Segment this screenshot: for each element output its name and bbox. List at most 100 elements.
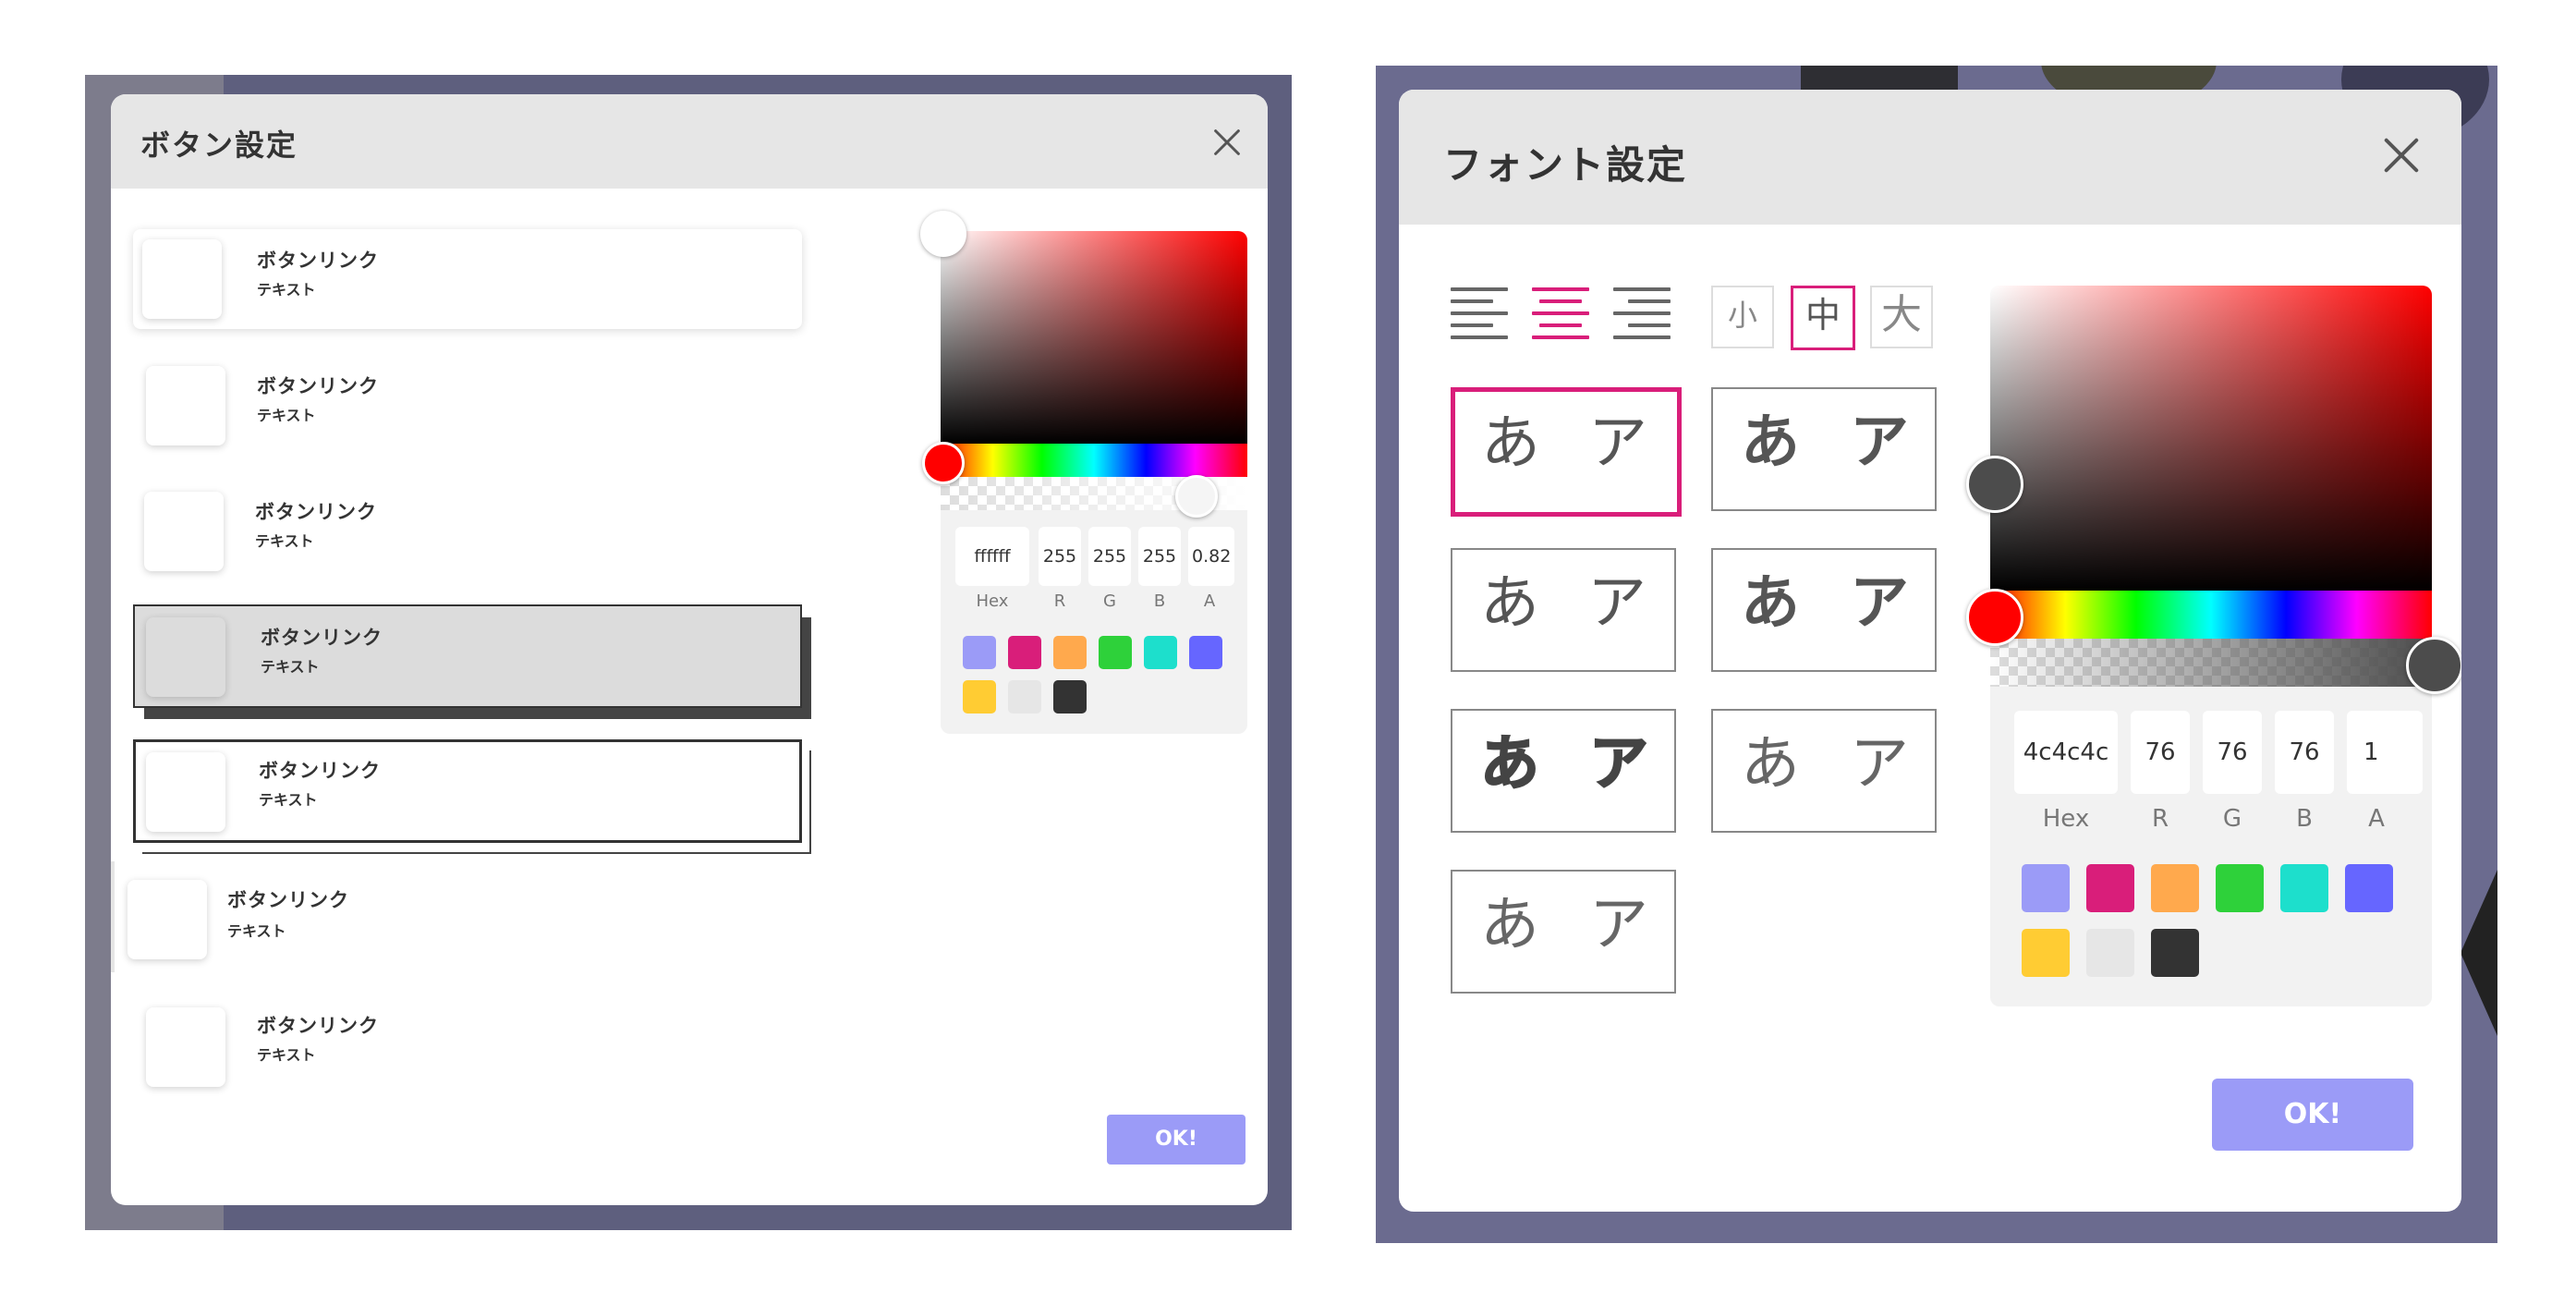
button-option-label: ボタンリンク [257, 250, 379, 272]
button-thumbnail [146, 752, 225, 832]
swatch-yellow[interactable] [2022, 929, 2070, 977]
modal-title: フォント設定 [1443, 142, 1688, 188]
swatch-blue[interactable] [2345, 864, 2393, 912]
katakana-glyph: ア [1588, 730, 1649, 799]
hex-input[interactable]: ffffff [955, 527, 1029, 586]
font-sample-regular[interactable]: あ ア [1451, 387, 1682, 517]
swatch-green[interactable] [2216, 864, 2264, 912]
button-thumbnail [142, 239, 222, 319]
button-style-option-plain-2[interactable]: ボタンリンク テキスト [133, 481, 802, 582]
swatch-dark-gray[interactable] [2151, 929, 2199, 977]
align-right-button[interactable] [1613, 287, 1671, 339]
button-option-text: テキスト [255, 532, 314, 550]
red-input[interactable]: 76 [2131, 711, 2190, 794]
green-label: G [1103, 592, 1116, 611]
modal-header: ボタン設定 [111, 94, 1268, 189]
hex-input[interactable]: 4c4c4c [2014, 711, 2118, 794]
blue-input[interactable]: 255 [1138, 527, 1181, 586]
swatch-lavender[interactable] [963, 636, 996, 669]
katakana-glyph: ア [1850, 409, 1909, 477]
hue-handle[interactable] [922, 442, 965, 484]
swatch-teal[interactable] [1144, 636, 1177, 669]
alpha-input[interactable]: 0.82 [1188, 527, 1234, 586]
button-style-option-hard-shadow[interactable]: ボタンリンク テキスト [133, 604, 811, 721]
button-style-option-card[interactable]: ボタンリンク テキスト [133, 229, 802, 329]
modal-title: ボタン設定 [140, 128, 298, 163]
button-option-text: テキスト [227, 922, 286, 940]
alpha-handle[interactable] [1175, 475, 1218, 518]
swatch-orange[interactable] [2151, 864, 2199, 912]
swatch-yellow[interactable] [963, 680, 996, 713]
swatch-dark-gray[interactable] [1053, 680, 1087, 713]
swatch-light-gray[interactable] [2086, 929, 2134, 977]
button-option-text: テキスト [261, 658, 320, 676]
ok-button[interactable]: OK! [1107, 1115, 1245, 1165]
font-sample-regular-2[interactable]: あ ア [1451, 548, 1676, 672]
hue-slider[interactable] [1990, 591, 2432, 639]
blue-input[interactable]: 76 [2275, 711, 2334, 794]
saturation-value-area[interactable] [1990, 286, 2432, 591]
button-thumbnail [146, 366, 225, 445]
alpha-label: A [2368, 805, 2385, 833]
button-option-label: ボタンリンク [261, 627, 383, 649]
alpha-handle[interactable] [2406, 637, 2461, 694]
button-option-text: テキスト [257, 1046, 316, 1064]
font-size-small-button[interactable]: 小 [1711, 286, 1774, 348]
close-icon[interactable] [1210, 126, 1244, 159]
button-option-label: ボタンリンク [227, 889, 349, 911]
swatch-orange[interactable] [1053, 636, 1087, 669]
font-sample-thin[interactable]: あ ア [1711, 709, 1937, 833]
hue-slider[interactable] [941, 444, 1247, 477]
swatch-light-gray[interactable] [1008, 680, 1041, 713]
red-label: R [2151, 805, 2169, 833]
font-size-medium-button[interactable]: 中 [1791, 286, 1855, 350]
button-style-option-plain-3[interactable]: ボタンリンク テキスト [133, 998, 802, 1100]
swatch-green[interactable] [1099, 636, 1132, 669]
swatch-blue[interactable] [1189, 636, 1222, 669]
button-thumbnail [128, 880, 207, 959]
green-label: G [2222, 805, 2242, 833]
font-size-large-button[interactable]: 大 [1870, 286, 1933, 348]
button-style-option-left[interactable]: ボタンリンク テキスト [111, 861, 780, 972]
blue-label: B [1153, 592, 1166, 611]
swatch-teal[interactable] [2280, 864, 2328, 912]
font-settings-modal: フォント設定 小 中 大 あ ア あ ア あ ア あ ア あ ア あ ア あ ア… [1399, 90, 2461, 1212]
font-sample-bold-2[interactable]: あ ア [1711, 548, 1937, 672]
font-sample-thin-2[interactable]: あ ア [1451, 870, 1676, 994]
alpha-input[interactable]: 1 [2347, 711, 2423, 794]
align-left-button[interactable] [1451, 287, 1508, 339]
katakana-glyph: ア [1587, 569, 1646, 638]
green-input[interactable]: 255 [1088, 527, 1131, 586]
button-option-text: テキスト [259, 791, 318, 809]
katakana-glyph: ア [1850, 730, 1909, 799]
red-input[interactable]: 255 [1039, 527, 1081, 586]
button-style-option-outline[interactable]: ボタンリンク テキスト [133, 739, 811, 856]
ok-button[interactable]: OK! [2212, 1079, 2413, 1151]
hiragana-glyph: あ [1480, 569, 1539, 638]
color-picker: 4c4c4c 76 76 76 1 Hex R G B A [1990, 286, 2432, 1006]
font-sample-black[interactable]: あ ア [1451, 709, 1676, 833]
modal-header: フォント設定 [1399, 90, 2461, 225]
button-option-label: ボタンリンク [257, 1015, 379, 1037]
font-sample-bold[interactable]: あ ア [1711, 387, 1937, 511]
button-option-label: ボタンリンク [257, 375, 379, 397]
button-style-option-plain[interactable]: ボタンリンク テキスト [133, 355, 802, 457]
button-option-text: テキスト [257, 407, 316, 424]
hiragana-glyph: あ [1480, 891, 1539, 959]
align-center-button[interactable] [1532, 287, 1589, 339]
hex-label: Hex [976, 592, 1009, 611]
katakana-glyph: ア [1850, 569, 1909, 638]
hue-handle[interactable] [1966, 589, 2023, 646]
saturation-handle[interactable] [1966, 456, 2023, 513]
button-thumbnail [144, 492, 224, 571]
swatch-magenta[interactable] [1008, 636, 1041, 669]
alpha-slider[interactable] [1990, 639, 2432, 687]
swatch-magenta[interactable] [2086, 864, 2134, 912]
button-option-label: ボタンリンク [255, 501, 377, 523]
saturation-handle[interactable] [920, 211, 966, 257]
green-input[interactable]: 76 [2203, 711, 2262, 794]
blue-label: B [2296, 805, 2313, 833]
swatch-lavender[interactable] [2022, 864, 2070, 912]
saturation-value-area[interactable] [941, 231, 1247, 444]
close-icon[interactable] [2378, 132, 2424, 178]
